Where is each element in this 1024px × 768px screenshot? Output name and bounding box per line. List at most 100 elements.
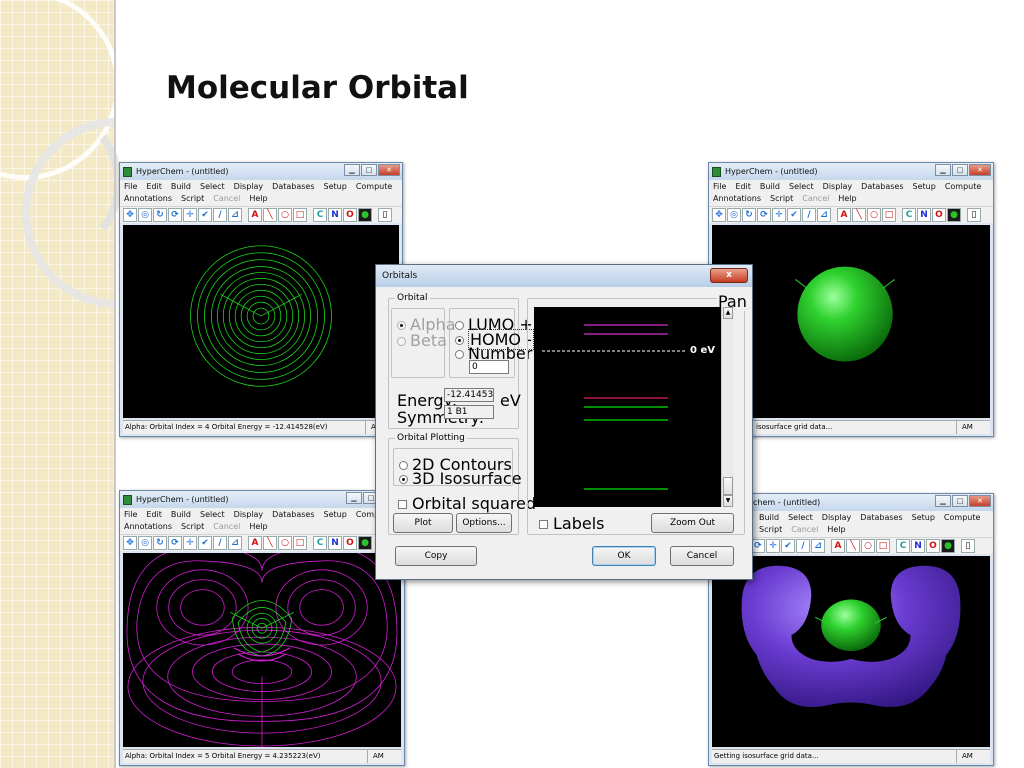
carbon-button[interactable]: C bbox=[896, 539, 910, 553]
menu-edit[interactable]: Edit bbox=[146, 181, 162, 193]
carbon-button[interactable]: C bbox=[313, 208, 327, 222]
minimize-icon[interactable]: ▁ bbox=[346, 492, 362, 504]
line-annotation-icon[interactable]: ╲ bbox=[263, 536, 277, 550]
menu-script[interactable]: Script bbox=[181, 193, 204, 205]
menu-compute[interactable]: Compute bbox=[944, 512, 980, 524]
magnify-icon[interactable]: ✔ bbox=[781, 539, 795, 553]
ellipse-annotation-icon[interactable]: ○ bbox=[867, 208, 881, 222]
menu-setup[interactable]: Setup bbox=[913, 181, 936, 193]
copy-button[interactable]: Copy bbox=[395, 546, 477, 566]
menu-help[interactable]: Help bbox=[249, 193, 267, 205]
render-icon[interactable]: ● bbox=[358, 208, 372, 222]
rotate-xy-icon[interactable]: ↻ bbox=[153, 208, 167, 222]
render-icon[interactable]: ● bbox=[947, 208, 961, 222]
minimize-icon[interactable]: ▁ bbox=[935, 495, 951, 507]
line-annotation-icon[interactable]: ╲ bbox=[846, 539, 860, 553]
menu-setup[interactable]: Setup bbox=[912, 512, 935, 524]
menu-display[interactable]: Display bbox=[822, 512, 852, 524]
zoom-out-button[interactable]: Zoom Out bbox=[651, 513, 734, 533]
menu-build[interactable]: Build bbox=[759, 512, 779, 524]
carbon-button[interactable]: C bbox=[313, 536, 327, 550]
line-annotation-icon[interactable]: ╲ bbox=[263, 208, 277, 222]
scroll-thumb[interactable] bbox=[723, 477, 733, 495]
menu-select[interactable]: Select bbox=[789, 181, 814, 193]
close-icon[interactable]: ✕ bbox=[378, 164, 400, 176]
menu-annotations[interactable]: Annotations bbox=[124, 521, 172, 533]
ellipse-annotation-icon[interactable]: ○ bbox=[861, 539, 875, 553]
lumo-radio-dot[interactable] bbox=[455, 321, 464, 330]
orbital-squared-checkbox[interactable]: Orbital squared bbox=[398, 494, 536, 513]
measure-icon[interactable]: ⊿ bbox=[228, 208, 242, 222]
select-tool-icon[interactable]: ◎ bbox=[138, 536, 152, 550]
rectangle-annotation-icon[interactable]: □ bbox=[882, 208, 896, 222]
menu-edit[interactable]: Edit bbox=[146, 509, 162, 521]
menu-databases[interactable]: Databases bbox=[272, 509, 314, 521]
menu-select[interactable]: Select bbox=[200, 509, 225, 521]
draw-tool-icon[interactable]: ✥ bbox=[123, 208, 137, 222]
menu-select[interactable]: Select bbox=[200, 181, 225, 193]
molecule-canvas[interactable] bbox=[123, 553, 401, 747]
molecule-canvas[interactable] bbox=[712, 225, 990, 418]
measure-icon[interactable]: ⊿ bbox=[228, 536, 242, 550]
select-tool-icon[interactable]: ◎ bbox=[727, 208, 741, 222]
line-annotation-icon[interactable]: ╲ bbox=[852, 208, 866, 222]
window-titlebar[interactable]: HyperChem - (untitled) ▁ □ ✕ bbox=[709, 163, 993, 180]
oxygen-button[interactable]: O bbox=[926, 539, 940, 553]
oxygen-button[interactable]: O bbox=[343, 536, 357, 550]
rotate-xy-icon[interactable]: ↻ bbox=[153, 536, 167, 550]
menu-script[interactable]: Script bbox=[759, 524, 782, 536]
menu-select[interactable]: Select bbox=[788, 512, 813, 524]
rotate-z-icon[interactable]: ⟳ bbox=[168, 208, 182, 222]
document-icon[interactable]: ▯ bbox=[967, 208, 981, 222]
text-annotation-button[interactable]: A bbox=[248, 536, 262, 550]
menu-databases[interactable]: Databases bbox=[272, 181, 314, 193]
menu-edit[interactable]: Edit bbox=[735, 181, 751, 193]
rotate-z-icon[interactable]: ⟳ bbox=[751, 539, 765, 553]
menu-help[interactable]: Help bbox=[827, 524, 845, 536]
menu-annotations[interactable]: Annotations bbox=[713, 193, 761, 205]
close-icon[interactable]: ✕ bbox=[969, 495, 991, 507]
translate-icon[interactable]: ✛ bbox=[183, 536, 197, 550]
menu-compute[interactable]: Compute bbox=[945, 181, 981, 193]
energy-level-diagram[interactable]: 0 eV bbox=[534, 307, 721, 507]
labels-check[interactable] bbox=[539, 520, 548, 529]
nitrogen-button[interactable]: N bbox=[911, 539, 925, 553]
menu-script[interactable]: Script bbox=[181, 521, 204, 533]
menu-file[interactable]: File bbox=[713, 181, 726, 193]
select-tool-icon[interactable]: ◎ bbox=[138, 208, 152, 222]
scroll-up-icon[interactable]: ▲ bbox=[723, 307, 733, 319]
maximize-icon[interactable]: □ bbox=[361, 164, 377, 176]
close-icon[interactable]: x bbox=[710, 268, 748, 283]
menu-help[interactable]: Help bbox=[249, 521, 267, 533]
oxygen-button[interactable]: O bbox=[932, 208, 946, 222]
rectangle-annotation-icon[interactable]: □ bbox=[293, 536, 307, 550]
measure-icon[interactable]: ⊿ bbox=[817, 208, 831, 222]
menu-build[interactable]: Build bbox=[171, 181, 191, 193]
magnify-icon[interactable]: ✔ bbox=[198, 208, 212, 222]
rotate-xy-icon[interactable]: ↻ bbox=[742, 208, 756, 222]
menu-compute[interactable]: Compute bbox=[356, 181, 392, 193]
number-radio-dot[interactable] bbox=[455, 350, 464, 359]
maximize-icon[interactable]: □ bbox=[952, 164, 968, 176]
carbon-button[interactable]: C bbox=[902, 208, 916, 222]
translate-icon[interactable]: ✛ bbox=[183, 208, 197, 222]
molecule-canvas[interactable] bbox=[712, 556, 990, 747]
rectangle-annotation-icon[interactable]: □ bbox=[293, 208, 307, 222]
molecule-canvas[interactable] bbox=[123, 225, 399, 418]
orbital-squared-check[interactable] bbox=[398, 500, 407, 509]
nitrogen-button[interactable]: N bbox=[917, 208, 931, 222]
pan-scrollbar[interactable]: ▲ ▼ bbox=[721, 307, 734, 507]
ellipse-annotation-icon[interactable]: ○ bbox=[278, 208, 292, 222]
menu-annotations[interactable]: Annotations bbox=[124, 193, 172, 205]
close-icon[interactable]: ✕ bbox=[969, 164, 991, 176]
magnify-icon[interactable]: ✔ bbox=[787, 208, 801, 222]
menu-display[interactable]: Display bbox=[823, 181, 853, 193]
labels-checkbox[interactable]: Labels bbox=[539, 514, 605, 533]
zclip-icon[interactable]: ∕ bbox=[796, 539, 810, 553]
oxygen-button[interactable]: O bbox=[343, 208, 357, 222]
text-annotation-button[interactable]: A bbox=[248, 208, 262, 222]
draw-tool-icon[interactable]: ✥ bbox=[712, 208, 726, 222]
isosurface-3d-radio[interactable]: 3D Isosurface bbox=[399, 469, 522, 488]
measure-icon[interactable]: ⊿ bbox=[811, 539, 825, 553]
scroll-down-icon[interactable]: ▼ bbox=[723, 495, 733, 507]
